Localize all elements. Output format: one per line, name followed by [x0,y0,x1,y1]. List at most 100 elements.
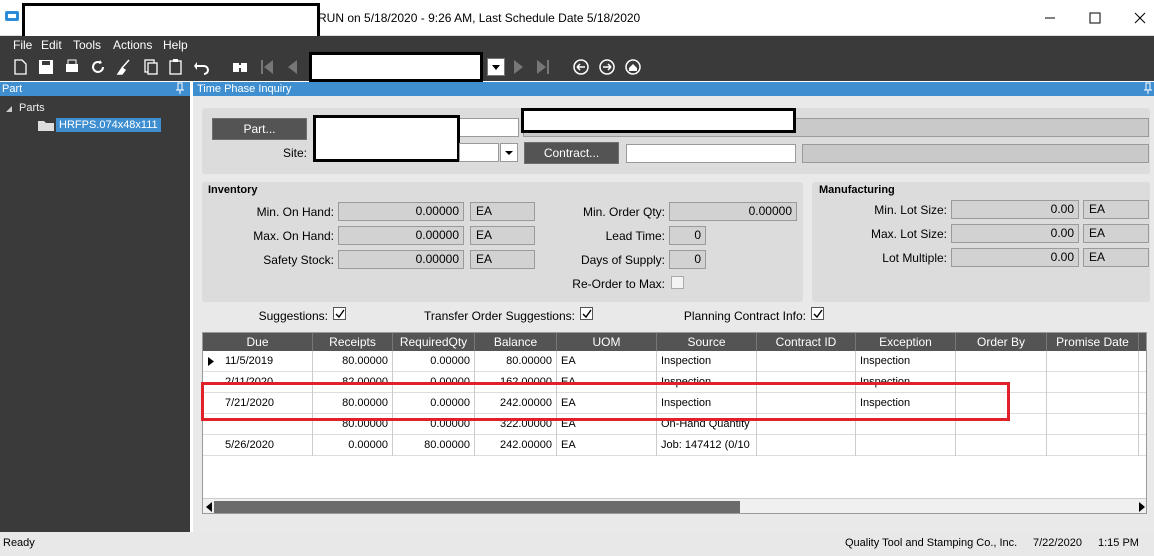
part-input[interactable] [459,118,519,137]
scrollbar-thumb[interactable] [214,501,740,513]
record-dropdown[interactable] [487,58,505,76]
new-icon[interactable] [10,57,30,77]
tree-root-parts[interactable]: Parts [19,102,45,114]
previous-record-icon[interactable] [282,57,302,77]
title-bar: RUN on 5/18/2020 - 9:26 AM, Last Schedul… [0,0,1154,39]
transfer-order-suggestions-label: Transfer Order Suggestions: [424,309,575,323]
redacted-title [22,3,320,39]
copy-icon[interactable] [140,57,160,77]
minimize-button[interactable] [1035,6,1065,30]
pin-icon[interactable] [1143,82,1153,95]
contract-input[interactable] [626,144,796,163]
home-icon[interactable] [623,57,643,77]
site-dropdown-icon[interactable] [500,143,518,162]
tree-item-part[interactable]: HRFPS.074x48x111 [56,118,161,132]
site-select[interactable] [459,143,499,162]
column-due[interactable]: Due [203,333,313,351]
manufacturing-title: Manufacturing [819,184,895,196]
menu-edit[interactable]: Edit [41,38,62,52]
max-on-hand-label: Max. On Hand: [253,229,334,243]
clear-icon[interactable] [114,57,134,77]
cell-order-by [956,435,1047,456]
horizontal-scrollbar[interactable] [203,498,1146,513]
cell-source: Job: 147412 (0/10 [657,435,757,456]
column-receipts[interactable]: Receipts [313,333,393,351]
table-row[interactable]: 5/26/2020 0.00000 80.00000 242.00000 EA … [203,435,1146,456]
scroll-left-icon[interactable] [205,502,213,512]
column-contract-id[interactable]: Contract ID [757,333,856,351]
column-exception[interactable]: Exception [856,333,956,351]
table-row[interactable]: 11/5/2019 80.00000 0.00000 80.00000 EA I… [203,351,1146,372]
lot-multiple-label: Lot Multiple: [882,251,947,265]
paste-icon[interactable] [166,57,186,77]
tree-expand-icon[interactable] [5,105,13,113]
transfer-order-suggestions-checkbox[interactable] [580,307,593,320]
redacted-description [521,108,796,133]
last-record-icon[interactable] [533,57,553,77]
suggestions-checkbox[interactable] [333,307,346,320]
refresh-icon[interactable] [88,57,108,77]
cell-uom: EA [557,351,657,372]
undo-icon[interactable] [192,57,212,77]
column-order-by[interactable]: Order By [956,333,1047,351]
reorder-to-max-label: Re-Order to Max: [572,277,665,291]
lead-time-label: Lead Time: [605,229,665,243]
cell-promise-date [1047,435,1139,456]
cell-promise-date [1047,372,1139,393]
max-lot-size-label: Max. Lot Size: [870,227,947,241]
min-on-hand-uom: EA [470,202,535,221]
column-requiredqty[interactable]: RequiredQty [393,333,475,351]
suggestions-label: Suggestions: [258,309,328,323]
min-lot-size-label: Min. Lot Size: [874,203,947,217]
part-tree-pane: Part Parts HRFPS.074x48x111 [0,82,190,532]
site-label: Site: [282,146,307,160]
main-pane-title: Time Phase Inquiry [197,83,292,95]
column-balance[interactable]: Balance [475,333,557,351]
days-of-supply-value: 0 [669,250,706,269]
min-order-qty-value: 0.00000 [669,202,797,221]
cell-contract-id [757,435,856,456]
max-lot-size-value: 0.00 [951,224,1079,243]
cell-contract-id [757,351,856,372]
first-record-icon[interactable] [257,57,277,77]
min-lot-size-uom: EA [1083,200,1149,219]
search-icon[interactable] [230,57,250,77]
cell-promise-date [1047,414,1139,435]
cell-due: 5/26/2020 [221,435,313,456]
part-pane-title: Part [2,83,23,95]
planning-contract-info-checkbox[interactable] [811,307,824,320]
min-lot-size-value: 0.00 [951,200,1079,219]
menu-actions[interactable]: Actions [113,38,152,52]
maximize-button[interactable] [1080,6,1110,30]
safety-stock-uom: EA [470,250,535,269]
highlight-box [201,382,1010,421]
days-of-supply-label: Days of Supply: [580,253,665,267]
menu-file[interactable]: File [13,38,32,52]
print-icon[interactable] [62,57,82,77]
status-time: 1:15 PM [1098,537,1139,549]
next-record-icon[interactable] [509,57,529,77]
contract-button[interactable]: Contract... [524,142,619,164]
menu-tools[interactable]: Tools [73,38,101,52]
back-icon[interactable] [571,57,591,77]
part-button[interactable]: Part... [212,118,307,140]
cell-requiredqty: 0.00000 [393,351,475,372]
window-title: RUN on 5/18/2020 - 9:26 AM, Last Schedul… [318,11,641,25]
status-date: 7/22/2020 [1033,537,1082,549]
reorder-to-max-checkbox[interactable] [671,276,684,289]
pin-icon[interactable] [175,82,185,95]
cell-balance: 80.00000 [475,351,557,372]
column-source[interactable]: Source [657,333,757,351]
column-promise-date[interactable]: Promise Date [1047,333,1139,351]
forward-icon[interactable] [597,57,617,77]
min-on-hand-label: Min. On Hand: [256,205,334,219]
close-button[interactable] [1125,6,1154,30]
max-lot-size-uom: EA [1083,224,1149,243]
scroll-right-icon[interactable] [1138,502,1146,512]
column-uom[interactable]: UOM [557,333,657,351]
cell-balance: 242.00000 [475,435,557,456]
time-phase-inquiry: Time Phase Inquiry Part... Site: Contrac… [193,82,1154,532]
menu-help[interactable]: Help [163,38,188,52]
cell-source: Inspection [657,351,757,372]
save-icon[interactable] [36,57,56,77]
